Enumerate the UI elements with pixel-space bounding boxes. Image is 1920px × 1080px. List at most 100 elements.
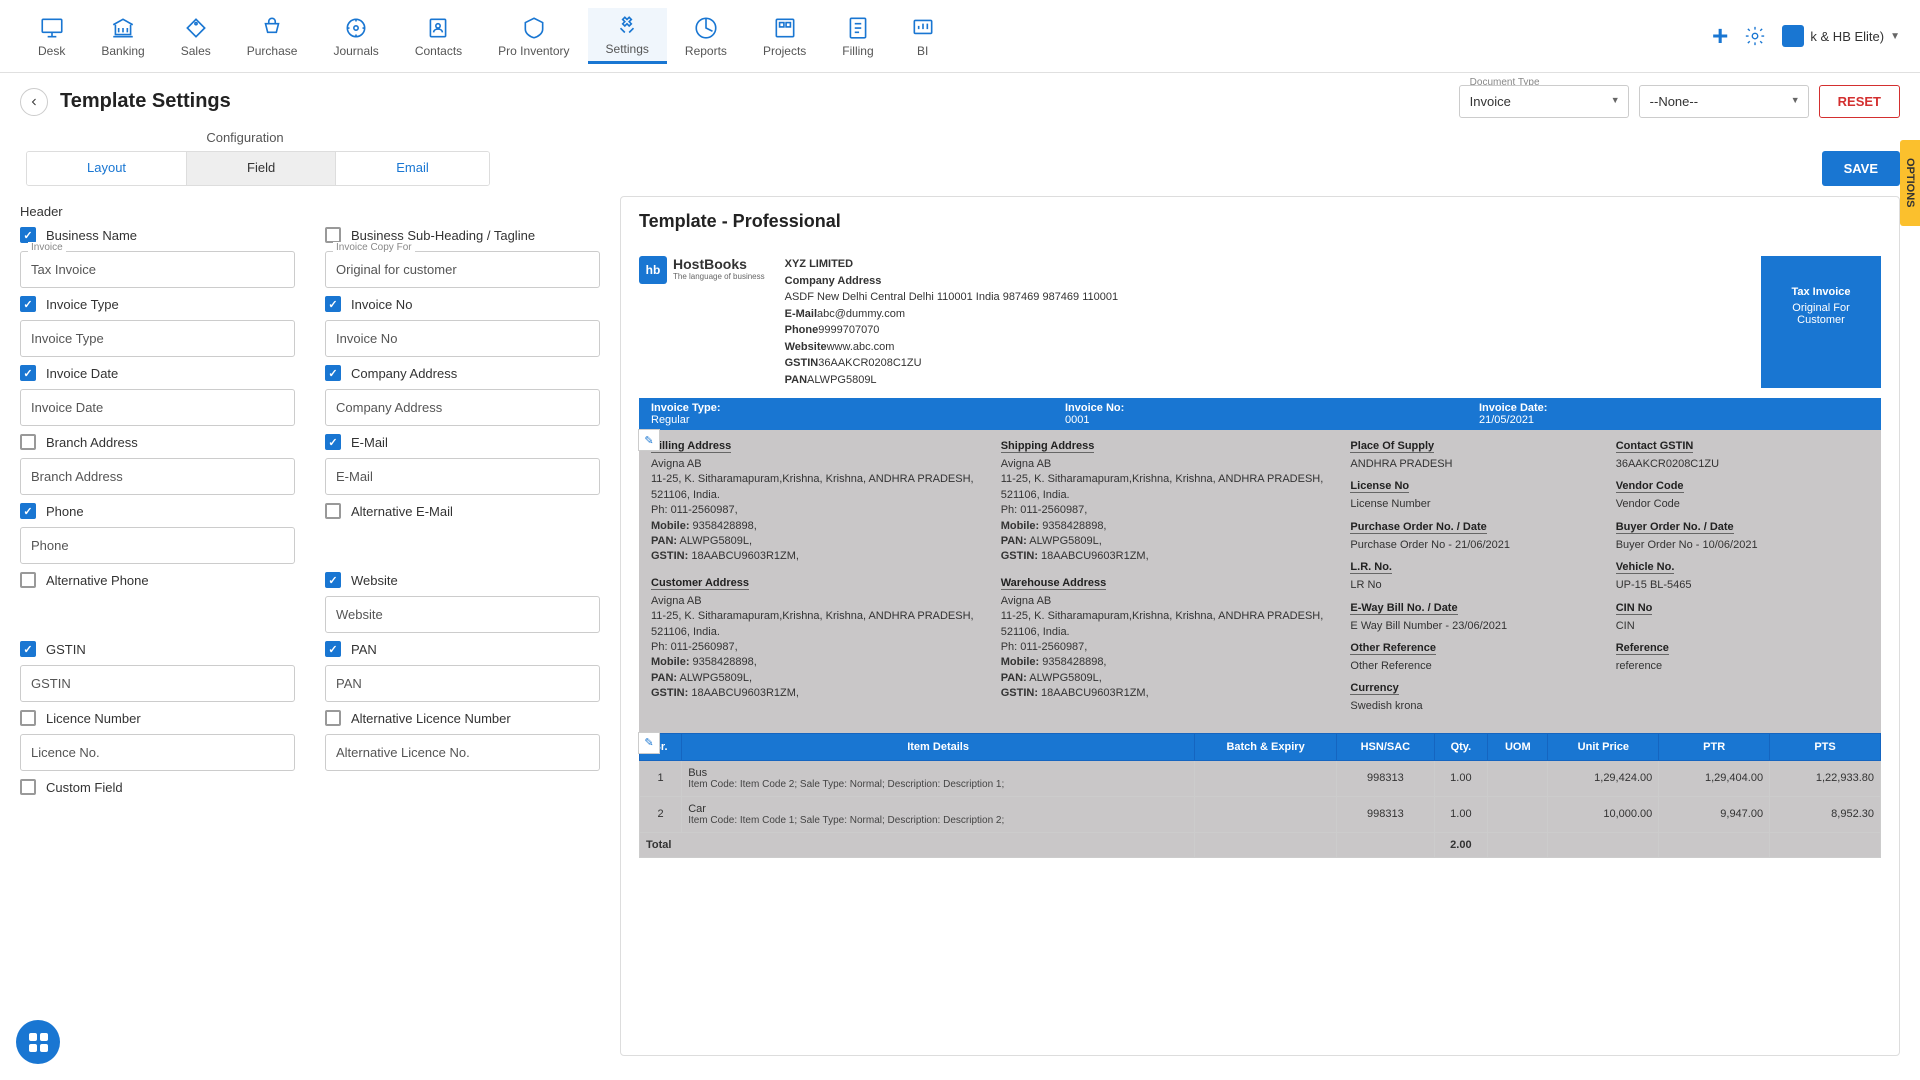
table-total-row: Total2.00 (640, 832, 1881, 857)
edit-address-icon[interactable]: ✎ (638, 429, 660, 451)
invoice-info-bar: Invoice Type:Regular Invoice No:0001 Inv… (639, 398, 1881, 430)
address-block: Customer Address Avigna AB11-25, K. Sith… (651, 577, 989, 702)
tab-email[interactable]: Email (336, 152, 489, 185)
options-side-tab[interactable]: OPTIONS (1900, 140, 1920, 226)
save-button[interactable]: SAVE (1822, 151, 1900, 186)
field-checkbox[interactable] (20, 227, 36, 243)
field-item: Business Name Invoice (20, 227, 295, 288)
field-label: Branch Address (46, 435, 138, 450)
address-block: Warehouse Address Avigna AB11-25, K. Sit… (1001, 577, 1339, 702)
purchase-icon (259, 15, 285, 41)
table-header: UOM (1488, 733, 1548, 760)
field-label: Licence Number (46, 711, 141, 726)
table-header: Unit Price (1548, 733, 1659, 760)
field-input[interactable] (20, 734, 295, 771)
preview-title: Template - Professional (621, 197, 1899, 246)
add-icon[interactable]: + (1712, 20, 1728, 52)
doc-type-select[interactable]: Invoice (1459, 85, 1629, 118)
field-checkbox[interactable] (325, 365, 341, 381)
field-checkbox[interactable] (20, 710, 36, 726)
company-logo-icon (1782, 25, 1804, 47)
nav-contacts[interactable]: Contacts (397, 10, 480, 63)
field-label: Invoice Type (46, 297, 119, 312)
field-item: Invoice Type (20, 296, 295, 357)
nav-proinventory[interactable]: Pro Inventory (480, 10, 587, 63)
apps-fab[interactable] (16, 1020, 60, 1064)
field-input[interactable] (20, 320, 295, 357)
table-header: Item Details (682, 733, 1195, 760)
tab-layout[interactable]: Layout (27, 152, 187, 185)
field-input[interactable] (325, 734, 600, 771)
field-item: Invoice Date (20, 365, 295, 426)
field-input[interactable] (20, 665, 295, 702)
field-checkbox[interactable] (325, 641, 341, 657)
field-input[interactable] (20, 458, 295, 495)
meta-column: Place Of SupplyANDHRA PRADESHLicense NoL… (1350, 440, 1603, 723)
field-item: Alternative Licence Number (325, 710, 600, 771)
field-input[interactable] (20, 251, 295, 288)
nav-purchase[interactable]: Purchase (229, 10, 316, 63)
company-selector[interactable]: k & HB Elite) ▼ (1782, 25, 1900, 47)
field-item: Branch Address (20, 434, 295, 495)
tab-field[interactable]: Field (187, 152, 336, 185)
field-input[interactable] (325, 665, 600, 702)
nav-filling[interactable]: Filling (824, 10, 891, 63)
field-input[interactable] (325, 458, 600, 495)
field-input[interactable] (325, 389, 600, 426)
field-input[interactable] (325, 251, 600, 288)
page-header: Template Settings Document Type Invoice … (0, 73, 1920, 130)
journals-icon (343, 15, 369, 41)
nav-sales[interactable]: Sales (163, 10, 229, 63)
table-header: Qty. (1434, 733, 1488, 760)
settings-icon (614, 13, 640, 39)
hb-logo-icon: hb (639, 256, 667, 284)
field-label: Invoice Date (46, 366, 118, 381)
address-block: Billing Address Avigna AB11-25, K. Sitha… (651, 440, 989, 565)
nav-bi[interactable]: BI (892, 10, 954, 63)
chevron-down-icon: ▼ (1890, 31, 1900, 42)
field-label: Custom Field (46, 780, 123, 795)
bi-icon (910, 15, 936, 41)
field-input[interactable] (325, 596, 600, 633)
field-label: E-Mail (351, 435, 388, 450)
field-checkbox[interactable] (20, 365, 36, 381)
field-checkbox[interactable] (20, 434, 36, 450)
field-label: GSTIN (46, 642, 86, 657)
nav-journals[interactable]: Journals (315, 10, 396, 63)
nav-desk[interactable]: Desk (20, 10, 83, 63)
field-label: Website (351, 573, 398, 588)
second-select[interactable]: --None-- (1639, 85, 1809, 118)
field-checkbox[interactable] (20, 296, 36, 312)
field-label: Business Name (46, 228, 137, 243)
desk-icon (39, 15, 65, 41)
nav-settings[interactable]: Settings (588, 8, 667, 64)
table-row: 1 BusItem Code: Item Code 2; Sale Type: … (640, 760, 1881, 796)
field-input[interactable] (325, 320, 600, 357)
field-checkbox[interactable] (20, 503, 36, 519)
gear-icon[interactable] (1744, 25, 1766, 47)
field-checkbox[interactable] (325, 296, 341, 312)
field-item: Alternative Phone (20, 572, 295, 633)
field-checkbox[interactable] (20, 572, 36, 588)
edit-table-icon[interactable]: ✎ (638, 732, 660, 754)
field-checkbox[interactable] (325, 572, 341, 588)
field-input[interactable] (20, 389, 295, 426)
field-input[interactable] (20, 527, 295, 564)
nav-projects[interactable]: Projects (745, 10, 824, 63)
field-checkbox[interactable] (325, 710, 341, 726)
field-label: Alternative Phone (46, 573, 149, 588)
nav-reports[interactable]: Reports (667, 10, 745, 63)
table-header: HSN/SAC (1337, 733, 1434, 760)
meta-column: Contact GSTIN36AAKCR0208C1ZUVendor CodeV… (1616, 440, 1869, 723)
contacts-icon (425, 15, 451, 41)
field-checkbox[interactable] (325, 503, 341, 519)
field-item: GSTIN (20, 641, 295, 702)
field-checkbox[interactable] (325, 227, 341, 243)
field-checkbox[interactable] (20, 779, 36, 795)
field-item: Custom Field (20, 779, 295, 795)
reset-button[interactable]: RESET (1819, 85, 1900, 118)
nav-banking[interactable]: Banking (83, 10, 162, 63)
field-checkbox[interactable] (325, 434, 341, 450)
back-button[interactable] (20, 88, 48, 116)
field-checkbox[interactable] (20, 641, 36, 657)
